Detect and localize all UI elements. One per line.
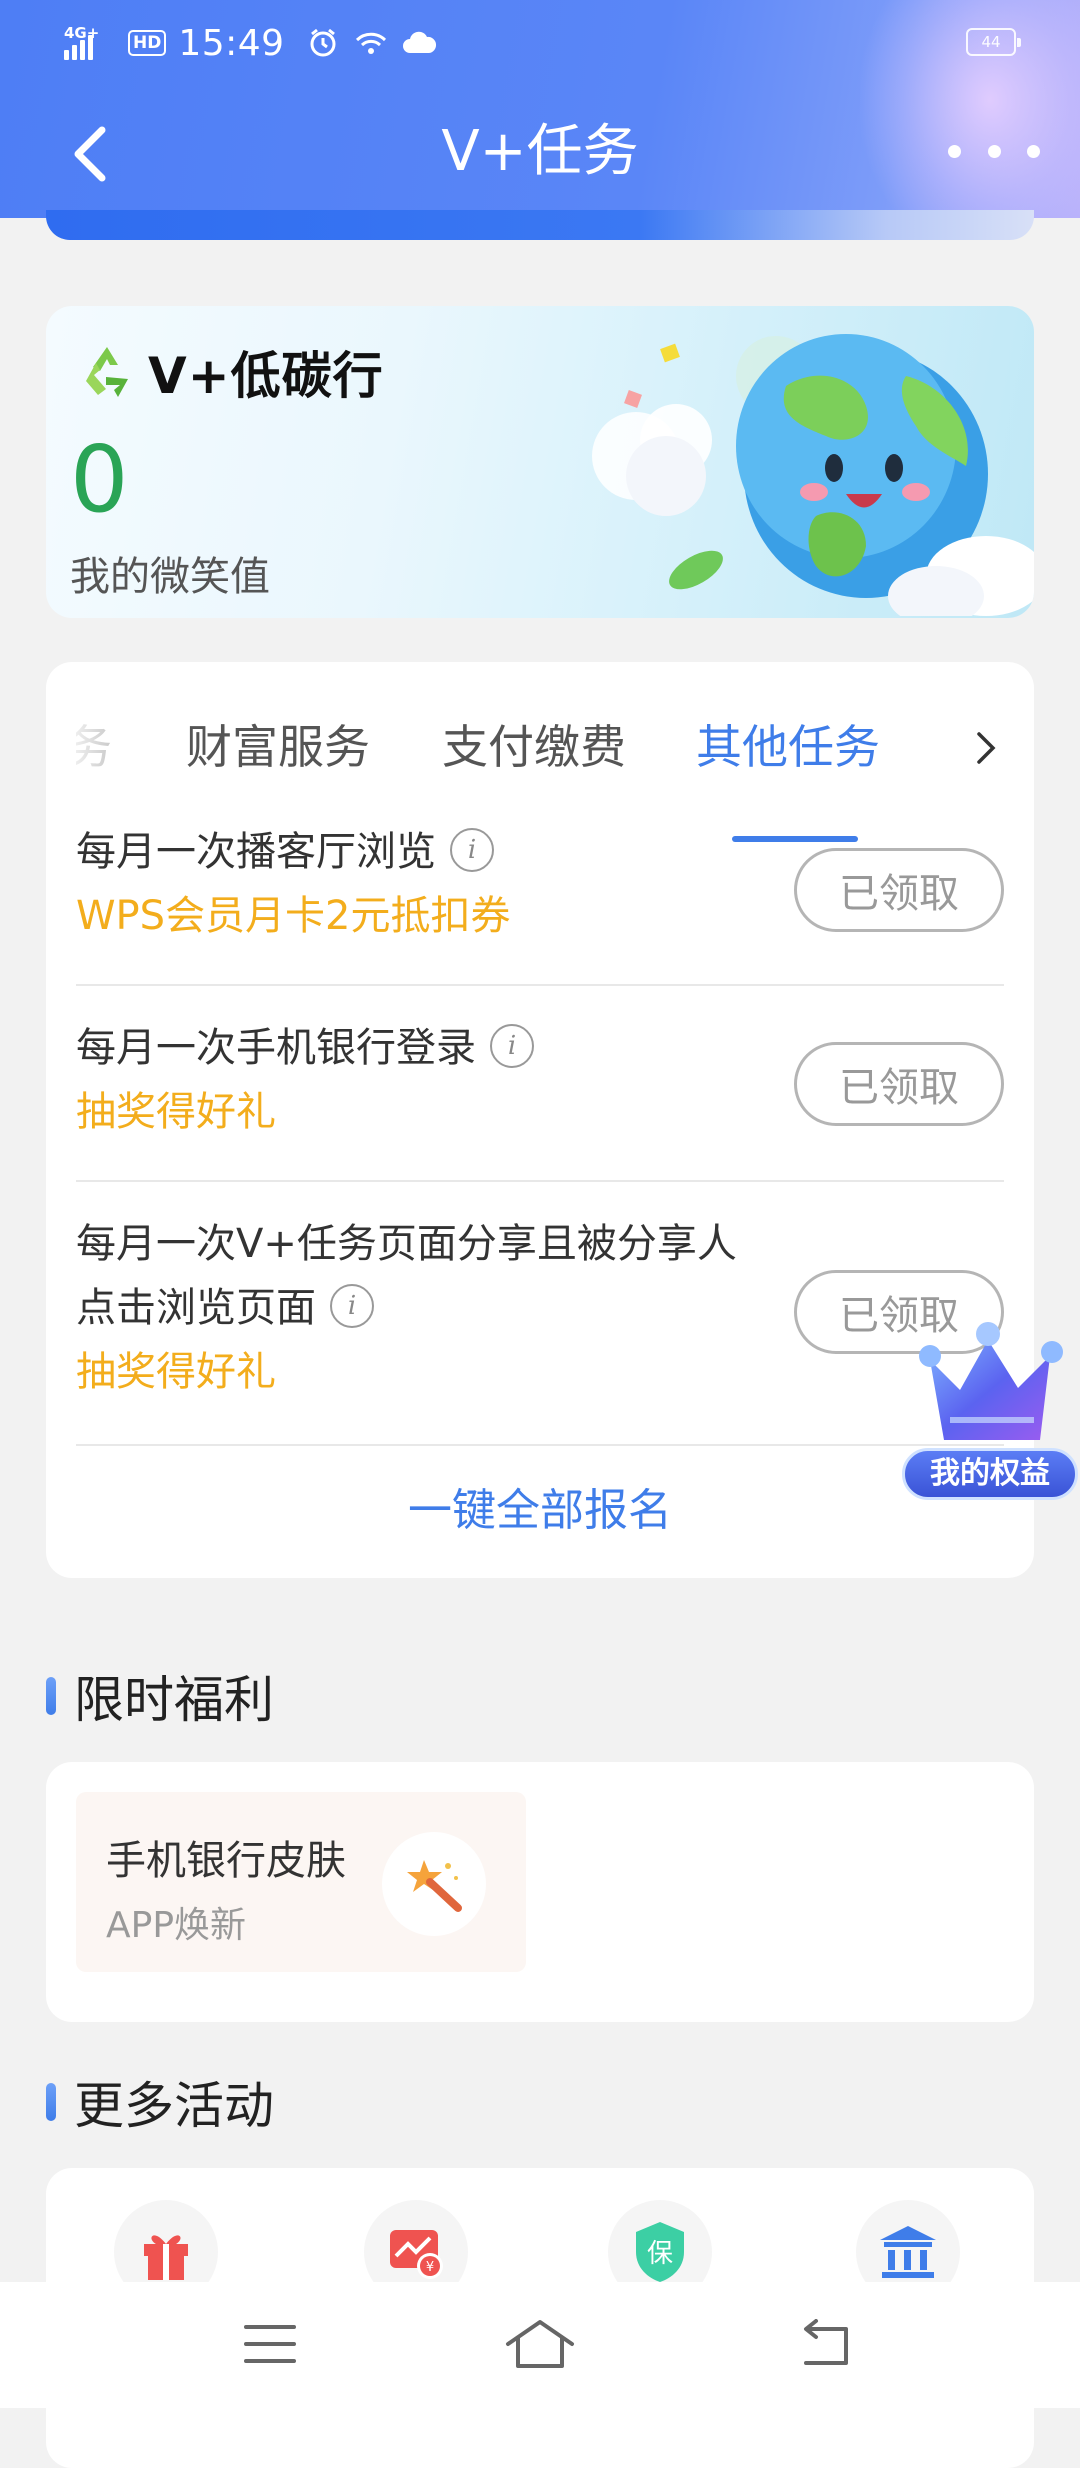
battery-indicator: 44 — [966, 28, 1021, 56]
hd-badge: HD — [128, 30, 167, 56]
crown-icon — [919, 1322, 1063, 1440]
magic-wand-icon — [382, 1832, 486, 1936]
svg-text:保: 保 — [647, 2239, 673, 2269]
status-left: 4G+ HD 15:49 — [64, 20, 437, 66]
task-item: 每月一次播客厅浏览 i WPS会员月卡2元抵扣券 已领取 — [76, 820, 1004, 990]
task-reward: 抽奖得好礼 — [76, 1089, 276, 1135]
chevron-right-icon — [977, 732, 996, 764]
alarm-icon — [305, 25, 341, 61]
welfare-card: 手机银行皮肤 APP焕新 — [46, 1762, 1034, 2022]
tab-wealth-services[interactable]: 财富服务 — [186, 712, 370, 782]
welfare-section-header: 限时福利 — [46, 1660, 274, 1732]
claimed-button[interactable]: 已领取 — [794, 1042, 1004, 1126]
my-benefits-float[interactable]: 我的权益 — [900, 1300, 1080, 1510]
earth-illustration — [592, 334, 1034, 616]
task-reward: WPS会员月卡2元抵扣券 — [76, 893, 511, 939]
smile-value: 0 — [70, 426, 129, 533]
activities-section-title: 更多活动 — [74, 2077, 274, 2135]
carbon-title: V+低碳行 — [148, 347, 384, 405]
signal-icon: 4G+ — [64, 26, 116, 60]
recycle-icon — [86, 347, 128, 397]
svg-text:¥: ¥ — [426, 2260, 434, 2275]
more-dots-icon — [948, 144, 961, 158]
battery-level: 44 — [981, 33, 1001, 51]
menu-button[interactable] — [230, 2312, 310, 2376]
task-reward: 抽奖得好礼 — [76, 1349, 276, 1395]
task-item: 每月一次手机银行登录 i 抽奖得好礼 已领取 — [76, 1016, 1004, 1186]
section-accent-bar — [46, 1677, 56, 1715]
section-accent-bar — [46, 2083, 56, 2121]
info-icon[interactable]: i — [490, 1024, 534, 1068]
task-card: 务 财富服务 支付缴费 其他任务 每月一次播客厅浏览i WPS会员月卡2元抵扣券… — [46, 662, 1034, 1578]
tab-fade — [66, 712, 126, 782]
network-type: 4G+ — [64, 24, 100, 42]
more-options-button[interactable] — [944, 126, 1044, 176]
welfare-section-title: 限时福利 — [74, 1671, 274, 1729]
system-nav-bar — [0, 2282, 1080, 2408]
cloud-icon — [401, 25, 437, 61]
activities-section-header: 更多活动 — [46, 2066, 274, 2138]
home-button[interactable] — [500, 2312, 580, 2376]
tab-payments[interactable]: 支付缴费 — [442, 712, 626, 782]
info-icon[interactable]: i — [330, 1284, 374, 1328]
status-bar: 4G+ HD 15:49 44 — [0, 0, 1080, 86]
task-tabs: 务 财富服务 支付缴费 其他任务 — [46, 712, 1034, 842]
status-time: 15:49 — [178, 22, 285, 64]
my-benefits-label: 我的权益 — [902, 1448, 1078, 1500]
divider — [76, 1180, 1004, 1182]
wifi-icon — [353, 25, 389, 61]
tabs-next-button[interactable] — [966, 726, 1006, 770]
menu-icon — [244, 2325, 296, 2363]
welfare-item-title: 手机银行皮肤 — [106, 1838, 346, 1884]
task-item: 每月一次V+任务页面分享且被分享人 点击浏览页面 i 抽奖得好礼 已领取 — [76, 1212, 1004, 1452]
top-banner-peek[interactable] — [46, 210, 1034, 240]
carbon-title-row: V+低碳行 — [76, 336, 384, 408]
divider — [76, 1444, 1004, 1446]
welfare-item-skin[interactable]: 手机银行皮肤 APP焕新 — [76, 1792, 526, 1972]
tab-other-tasks[interactable]: 其他任务 — [696, 712, 880, 782]
welfare-item-subtitle: APP焕新 — [106, 1905, 247, 1946]
info-icon[interactable]: i — [450, 828, 494, 872]
divider — [76, 984, 1004, 986]
low-carbon-card[interactable]: V+低碳行 0 我的微笑值 — [46, 306, 1034, 618]
smile-value-label: 我的微笑值 — [70, 554, 270, 600]
claimed-button[interactable]: 已领取 — [794, 848, 1004, 932]
app-header: 4G+ HD 15:49 44 V+任务 — [0, 0, 1080, 218]
task-title: 每月一次V+任务页面分享且被分享人 — [76, 1221, 737, 1267]
nav-row: V+任务 — [0, 100, 1080, 204]
home-icon — [506, 2320, 574, 2368]
back-nav-button[interactable] — [784, 2312, 864, 2376]
page-title: V+任务 — [441, 119, 639, 184]
return-icon — [804, 2319, 848, 2365]
register-all-button[interactable]: 一键全部报名 — [46, 1474, 1034, 1538]
